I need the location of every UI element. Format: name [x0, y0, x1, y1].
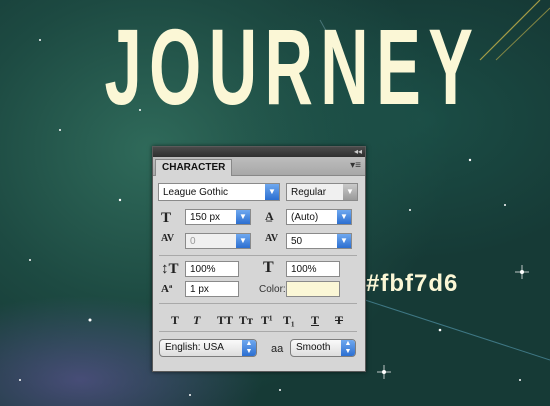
underline-button[interactable]: T [311, 313, 319, 328]
character-panel: ◂◂ CHARACTER ▾≡ League Gothic ▼ Regular … [152, 146, 366, 372]
chevron-down-icon[interactable]: ▼ [337, 210, 351, 224]
language-value: English: USA [165, 342, 224, 353]
chevron-down-icon[interactable]: ▼ [337, 234, 351, 248]
antialias-value: Smooth [296, 342, 331, 353]
baseline-shift-field[interactable]: 1 px [185, 281, 239, 297]
font-size-field[interactable]: 150 px ▼ [185, 209, 251, 225]
stepper-icon[interactable]: ▲ ▼ [341, 340, 355, 356]
all-caps-button[interactable]: TT [217, 313, 233, 328]
divider [159, 331, 357, 332]
horizontal-scale-field[interactable]: 100% [286, 261, 340, 277]
chevron-down-icon[interactable]: ▼ [236, 234, 250, 248]
chevron-down-icon[interactable]: ▼ [265, 184, 279, 200]
kerning-icon: AV [161, 233, 175, 244]
tracking-icon: AV [265, 233, 279, 244]
tab-character[interactable]: CHARACTER [155, 159, 233, 176]
poster-title: JOURNEY [104, 6, 481, 127]
chevron-down-icon[interactable]: ▼ [236, 210, 250, 224]
kerning-field[interactable]: 0 ▼ [185, 233, 251, 249]
faux-italic-button[interactable]: T [193, 313, 200, 328]
vertical-scale-icon: ↕T [161, 261, 179, 277]
font-size-icon: T [161, 210, 172, 226]
leading-icon: A̲ [265, 209, 274, 223]
panel-tabbar: CHARACTER ▾≡ [153, 157, 365, 176]
panel-titlebar[interactable]: ◂◂ [153, 147, 365, 157]
divider [159, 303, 357, 304]
tracking-value: 50 [291, 236, 303, 247]
panel-menu-icon[interactable]: ▾≡ [350, 160, 361, 171]
leading-value: (Auto) [291, 212, 319, 223]
stepper-icon[interactable]: ▲ ▼ [242, 340, 256, 356]
faux-bold-button[interactable]: T [171, 313, 179, 328]
superscript-button[interactable]: T¹ [261, 313, 273, 328]
baseline-shift-icon: Aª [161, 283, 173, 295]
language-select[interactable]: English: USA ▲ ▼ [159, 339, 257, 357]
kerning-value: 0 [190, 236, 196, 247]
subscript-button[interactable]: T₁ [283, 313, 295, 328]
small-caps-button[interactable]: Tт [239, 313, 253, 328]
color-label: Color: [259, 284, 286, 295]
color-swatch[interactable] [286, 281, 340, 297]
font-style-select[interactable]: Regular ▼ [286, 183, 358, 201]
leading-field[interactable]: (Auto) ▼ [286, 209, 352, 225]
horizontal-scale-icon: T [263, 259, 274, 276]
font-family-value: League Gothic [163, 187, 229, 198]
divider [159, 255, 357, 256]
tracking-field[interactable]: 50 ▼ [286, 233, 352, 249]
font-size-value: 150 px [190, 212, 221, 223]
antialias-select[interactable]: Smooth ▲ ▼ [290, 339, 356, 357]
font-family-select[interactable]: League Gothic ▼ [158, 183, 280, 201]
font-style-value: Regular [291, 187, 327, 198]
hex-color-label: #fbf7d6 [366, 270, 459, 297]
collapse-icon[interactable]: ◂◂ [354, 147, 362, 157]
vertical-scale-field[interactable]: 100% [185, 261, 239, 277]
strikethrough-button[interactable]: T [335, 313, 343, 328]
chevron-down-icon[interactable]: ▼ [343, 184, 357, 200]
antialias-icon: aa [271, 343, 284, 355]
